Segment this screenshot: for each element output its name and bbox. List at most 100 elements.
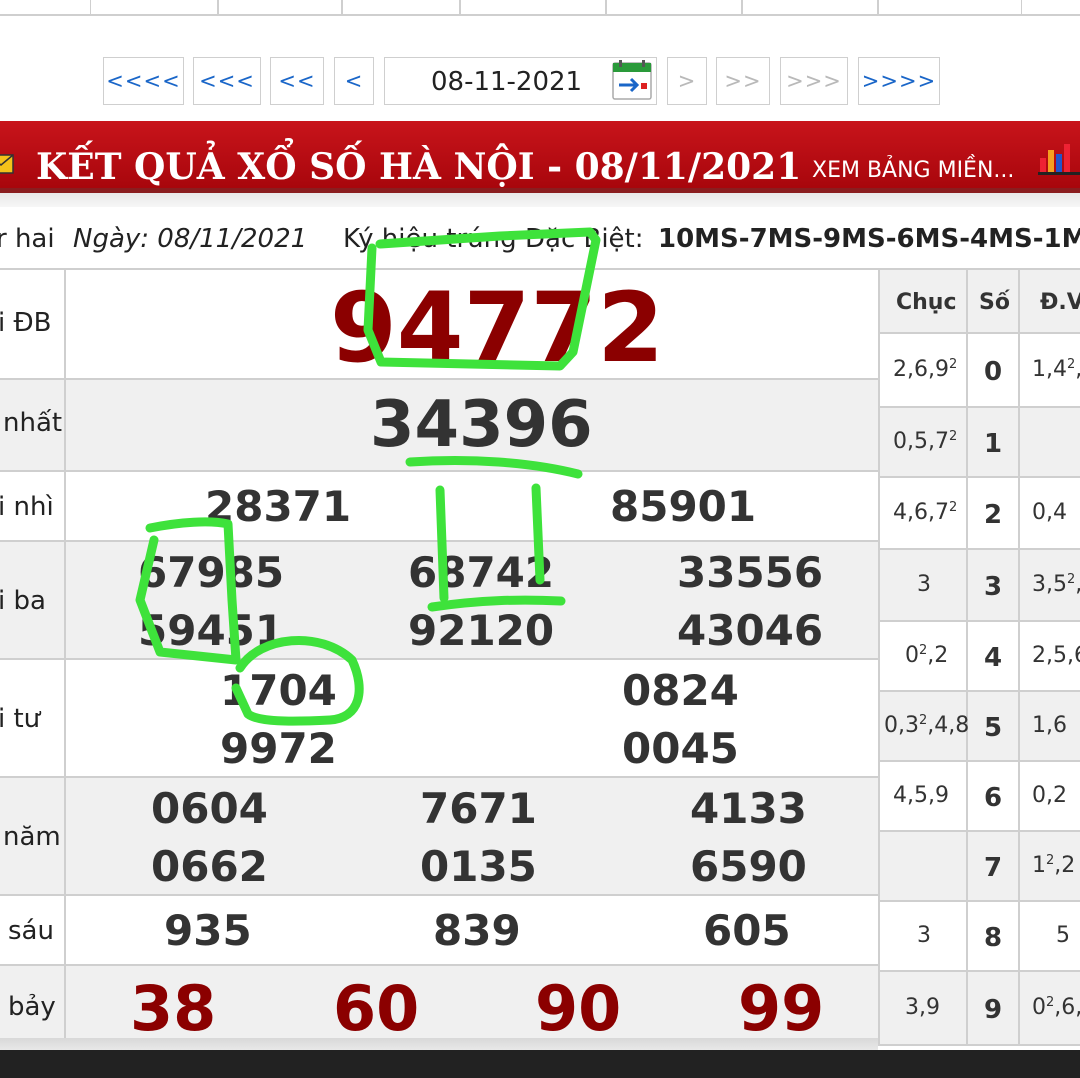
fifth-prize-number: 4133 [690, 784, 807, 833]
prize-first-row: nhất 34396 [0, 380, 878, 472]
strip-segment [218, 0, 342, 14]
bottom-bar [0, 1050, 1080, 1078]
prev-button[interactable]: < [334, 57, 374, 105]
fourth-prize-number: 0824 [622, 666, 739, 715]
header-shadow [0, 193, 1080, 207]
loto-row: 0,32,4,8 5 1,6 [878, 692, 1080, 762]
column-divider [966, 972, 968, 1044]
loto-row: 02,2 4 2,5,6 [878, 622, 1080, 692]
top-cutoff-strip [0, 0, 1080, 16]
column-divider [1018, 334, 1020, 406]
loto-row: 4,6,72 2 0,4 [878, 478, 1080, 550]
bar-chart-icon[interactable] [1038, 140, 1080, 176]
second-prize-number: 28371 [205, 482, 352, 531]
seventh-prize-number: 38 [130, 972, 217, 1045]
fourth-prize-number: 0045 [622, 724, 739, 773]
calendar-icon[interactable] [609, 59, 655, 103]
strip-segment [878, 0, 1022, 14]
date-picker[interactable]: 08-11-2021 [384, 57, 657, 105]
prize-fourth-row: i tư 1704 0824 9972 0045 [0, 660, 878, 778]
strip-segment [460, 0, 606, 14]
prize-fifth-row: năm 0604 7671 4133 0662 0135 6590 [0, 778, 878, 896]
prize-label: i ba [0, 586, 46, 616]
loto-tens: 3 [917, 923, 931, 948]
prev-3-button[interactable]: <<< [193, 57, 261, 105]
loto-tens: 4,6,72 [893, 500, 958, 525]
loto-units: 0,4 [1032, 500, 1067, 525]
prize-label: i tư [0, 704, 41, 734]
column-divider [966, 550, 968, 620]
third-prize-number: 67985 [138, 548, 285, 597]
column-divider [1018, 408, 1020, 476]
next-2-button[interactable]: >> [716, 57, 770, 105]
fifth-prize-number: 6590 [690, 842, 807, 891]
loto-tens: 0,32,4,8 [884, 713, 970, 738]
prev-2-button[interactable]: << [270, 57, 324, 105]
fifth-prize-number: 0135 [420, 842, 537, 891]
column-divider [1018, 832, 1020, 900]
loto-header-units: Đ.Vị [1040, 290, 1080, 315]
prize-label: bảy [8, 992, 56, 1022]
loto-row: 2,6,92 0 1,42,5 [878, 334, 1080, 408]
fourth-prize-number: 9972 [220, 724, 337, 773]
loto-units: 2,5,6 [1032, 643, 1080, 668]
weekday-label: r hai [0, 224, 55, 254]
third-prize-number: 68742 [408, 548, 555, 597]
column-divider [966, 334, 968, 406]
prize-label: sáu [8, 916, 54, 946]
loto-tens: 4,5,9 [893, 783, 949, 808]
loto-row: 4,5,9 6 0,2 [878, 762, 1080, 832]
loto-digit: 3 [984, 572, 1003, 602]
loto-digit: 9 [984, 995, 1003, 1025]
loto-units: 5 [1056, 923, 1070, 948]
loto-row: 7 12,2 [878, 832, 1080, 902]
loto-tens: 0,5,72 [893, 429, 958, 454]
results-table: i ĐB 94772 nhất 34396 i nhì 28371 85901 … [0, 268, 878, 1052]
page-title: KẾT QUẢ XỔ SỐ HÀ NỘI - 08/11/2021 [36, 146, 802, 188]
loto-units: 3,52,8 [1032, 572, 1080, 597]
next-button[interactable]: > [667, 57, 707, 105]
sixth-prize-number: 935 [164, 906, 252, 955]
loto-tens: 3 [917, 572, 931, 597]
column-divider [1018, 550, 1020, 620]
special-symbol-label: Ký hiệu trúng Đặc Biệt: [343, 224, 644, 254]
prize-second-row: i nhì 28371 85901 [0, 472, 878, 542]
column-divider [966, 478, 968, 548]
loto-digit: 8 [984, 923, 1003, 953]
strip-segment [90, 0, 218, 14]
loto-units: 02,6,9 [1032, 995, 1080, 1020]
column-divider [966, 832, 968, 900]
loto-row: 3,9 9 02,6,9 [878, 972, 1080, 1046]
column-divider [1018, 762, 1020, 830]
second-prize-number: 85901 [610, 482, 757, 531]
seventh-prize-number: 60 [333, 972, 420, 1045]
column-divider [966, 270, 968, 332]
date-value: 08-11-2021 [431, 67, 583, 97]
draw-date: Ngày: 08/11/2021 [73, 224, 308, 254]
loto-row: 0,5,72 1 [878, 408, 1080, 478]
view-regions-link[interactable]: XEM BẢNG MIỀN... [812, 158, 1014, 183]
fourth-prize-number: 1704 [220, 666, 337, 715]
column-divider [1018, 972, 1020, 1044]
column-divider [1018, 622, 1020, 690]
strip-segment [342, 0, 460, 14]
sixth-prize-number: 605 [703, 906, 791, 955]
prize-label: i ĐB [0, 308, 52, 338]
first-prize-number: 34396 [370, 388, 593, 462]
column-divider [966, 762, 968, 830]
fifth-prize-number: 7671 [420, 784, 537, 833]
loto-units: 0,2 [1032, 783, 1067, 808]
loto-row: 3 8 5 [878, 902, 1080, 972]
loto-digit: 0 [984, 357, 1003, 387]
loto-digit: 7 [984, 853, 1003, 883]
column-divider [966, 902, 968, 970]
next-3-button[interactable]: >>> [780, 57, 848, 105]
fifth-prize-number: 0662 [151, 842, 268, 891]
first-page-button[interactable]: <<<< [103, 57, 184, 105]
fifth-prize-number: 0604 [151, 784, 268, 833]
mail-icon[interactable] [0, 153, 14, 175]
strip-segment [606, 0, 742, 14]
prize-sixth-row: sáu 935 839 605 [0, 896, 878, 966]
last-page-button[interactable]: >>>> [858, 57, 940, 105]
loto-row: 3 3 3,52,8 [878, 550, 1080, 622]
